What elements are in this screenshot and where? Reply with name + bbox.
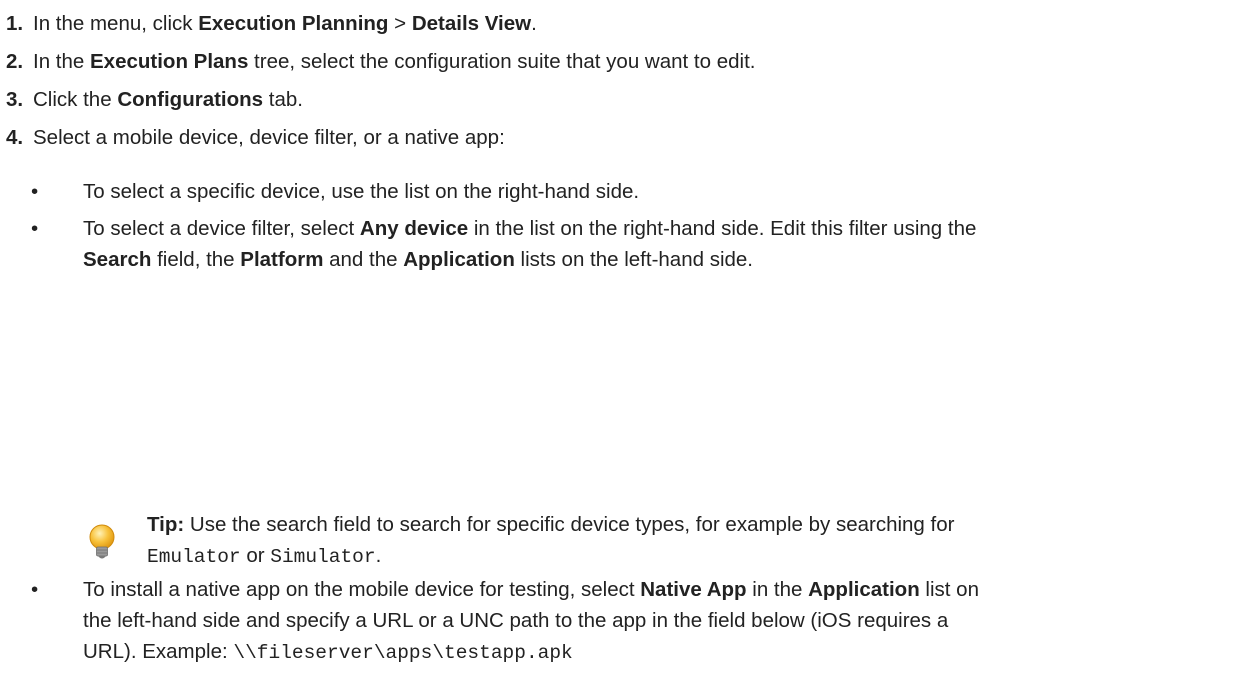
ui-term: Details View — [411, 12, 532, 35]
step-number: 4. — [6, 126, 24, 149]
step-number: 3. — [6, 88, 24, 111]
ui-term: Application — [403, 248, 515, 271]
step-2: 2. In the Execution Plans tree, select th… — [6, 46, 1243, 77]
procedure-document: 1. In the menu, click Execution Planning … — [0, 0, 1251, 677]
step-4: 4. Select a mobile device, device filter,… — [6, 122, 1243, 153]
ui-term: Platform — [240, 248, 324, 271]
bullet-dot: • — [31, 217, 39, 240]
bullet-dot: • — [31, 180, 39, 203]
tip-label: Tip: — [147, 513, 185, 536]
step-3: 3. Click the Configurations tab. — [6, 84, 1243, 115]
code-text: \\fileserver\apps\testapp.apk — [233, 642, 573, 664]
code-text: Simulator — [270, 546, 376, 568]
ui-term: Search — [83, 248, 152, 271]
step-1: 1. In the menu, click Execution Planning … — [6, 8, 1243, 39]
ui-term: Native App — [640, 578, 747, 601]
step-number: 2. — [6, 50, 24, 73]
bullet-dot: • — [31, 578, 39, 601]
lightbulb-icon — [89, 524, 115, 559]
ui-term: Any device — [359, 217, 469, 240]
tip-line-1: Tip: Use the search field to search for … — [147, 513, 955, 536]
tip-line-2: Emulator or Simulator. — [147, 544, 382, 568]
ui-term: Execution Planning — [198, 12, 389, 35]
ui-term: Application — [808, 578, 920, 601]
step-number: 1. — [6, 12, 24, 35]
ui-term: Execution Plans — [90, 50, 249, 73]
ui-term: Configurations — [117, 88, 264, 111]
code-text: Emulator — [147, 546, 241, 568]
